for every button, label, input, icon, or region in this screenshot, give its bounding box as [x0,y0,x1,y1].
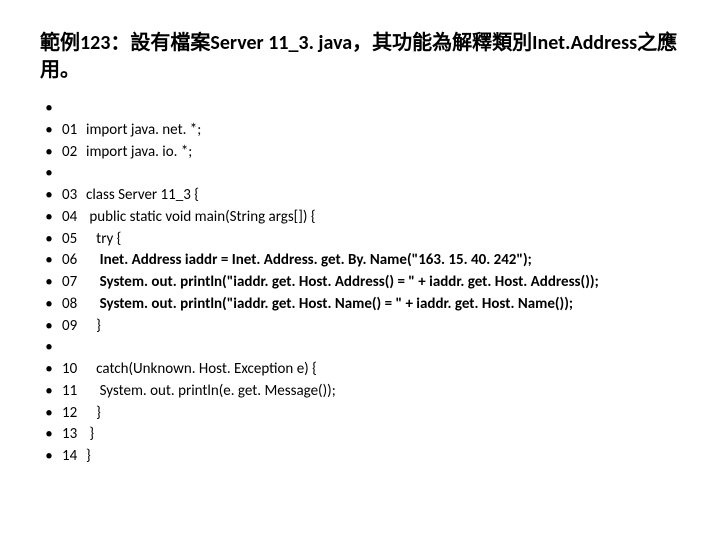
bullet-icon: • [40,207,58,229]
line-number: 02 [58,142,86,164]
bullet-icon: • [40,446,58,468]
line-number: 08 [58,294,86,316]
code-line: •02import java. io. *; [40,142,680,164]
code-line: •06 Inet. Address iaddr = Inet. Address.… [40,250,680,272]
code-text: class Server 11_3 { [86,185,199,207]
line-number: 14 [58,446,86,468]
bullet-icon: • [40,316,58,338]
line-number: 03 [58,185,86,207]
line-number: 11 [58,381,86,403]
bullet-icon: • [40,424,58,446]
line-number: 09 [58,316,86,338]
line-number: 10 [58,359,86,381]
bullet-icon: • [40,250,58,272]
line-number: 13 [58,424,86,446]
code-text: } [86,446,91,468]
code-text: System. out. println("iaddr. get. Host. … [86,272,599,294]
bullet-icon: • [40,337,58,359]
line-number: 01 [58,120,86,142]
code-line: •07 System. out. println("iaddr. get. Ho… [40,272,680,294]
code-text: public static void main(String args[]) { [86,207,316,229]
code-line: •14} [40,446,680,468]
line-number: 05 [58,229,86,251]
code-line: • [40,98,680,120]
bullet-icon: • [40,272,58,294]
code-text: try { [86,229,121,251]
bullet-icon: • [40,403,58,425]
code-text: catch(Unknown. Host. Exception e) { [86,359,317,381]
code-line: •10 catch(Unknown. Host. Exception e) { [40,359,680,381]
line-number: 06 [58,250,86,272]
bullet-icon: • [40,359,58,381]
code-line: •11 System. out. println(e. get. Message… [40,381,680,403]
code-text: System. out. println("iaddr. get. Host. … [86,294,573,316]
code-line: •12 } [40,403,680,425]
code-listing: ••01import java. net. *;•02import java. … [40,98,680,468]
slide-title: 範例123：設有檔案Server 11_3. java，其功能為解釋類別Inet… [40,30,680,84]
code-line: •08 System. out. println("iaddr. get. Ho… [40,294,680,316]
code-line: • [40,163,680,185]
code-text: } [86,316,101,338]
code-line: •13 } [40,424,680,446]
line-number: 12 [58,403,86,425]
code-line: •01import java. net. *; [40,120,680,142]
code-text: import java. net. *; [86,120,201,142]
bullet-icon: • [40,229,58,251]
bullet-icon: • [40,381,58,403]
line-number: 07 [58,272,86,294]
code-line: • [40,337,680,359]
code-text: } [86,424,94,446]
code-line: •03class Server 11_3 { [40,185,680,207]
line-number: 04 [58,207,86,229]
bullet-icon: • [40,98,58,120]
bullet-icon: • [40,185,58,207]
code-line: •09 } [40,316,680,338]
code-text: import java. io. *; [86,142,192,164]
code-line: •04 public static void main(String args[… [40,207,680,229]
bullet-icon: • [40,163,58,185]
bullet-icon: • [40,120,58,142]
code-line: •05 try { [40,229,680,251]
code-text: Inet. Address iaddr = Inet. Address. get… [86,250,532,272]
bullet-icon: • [40,294,58,316]
bullet-icon: • [40,142,58,164]
code-text: System. out. println(e. get. Message()); [86,381,336,403]
code-text: } [86,403,101,425]
